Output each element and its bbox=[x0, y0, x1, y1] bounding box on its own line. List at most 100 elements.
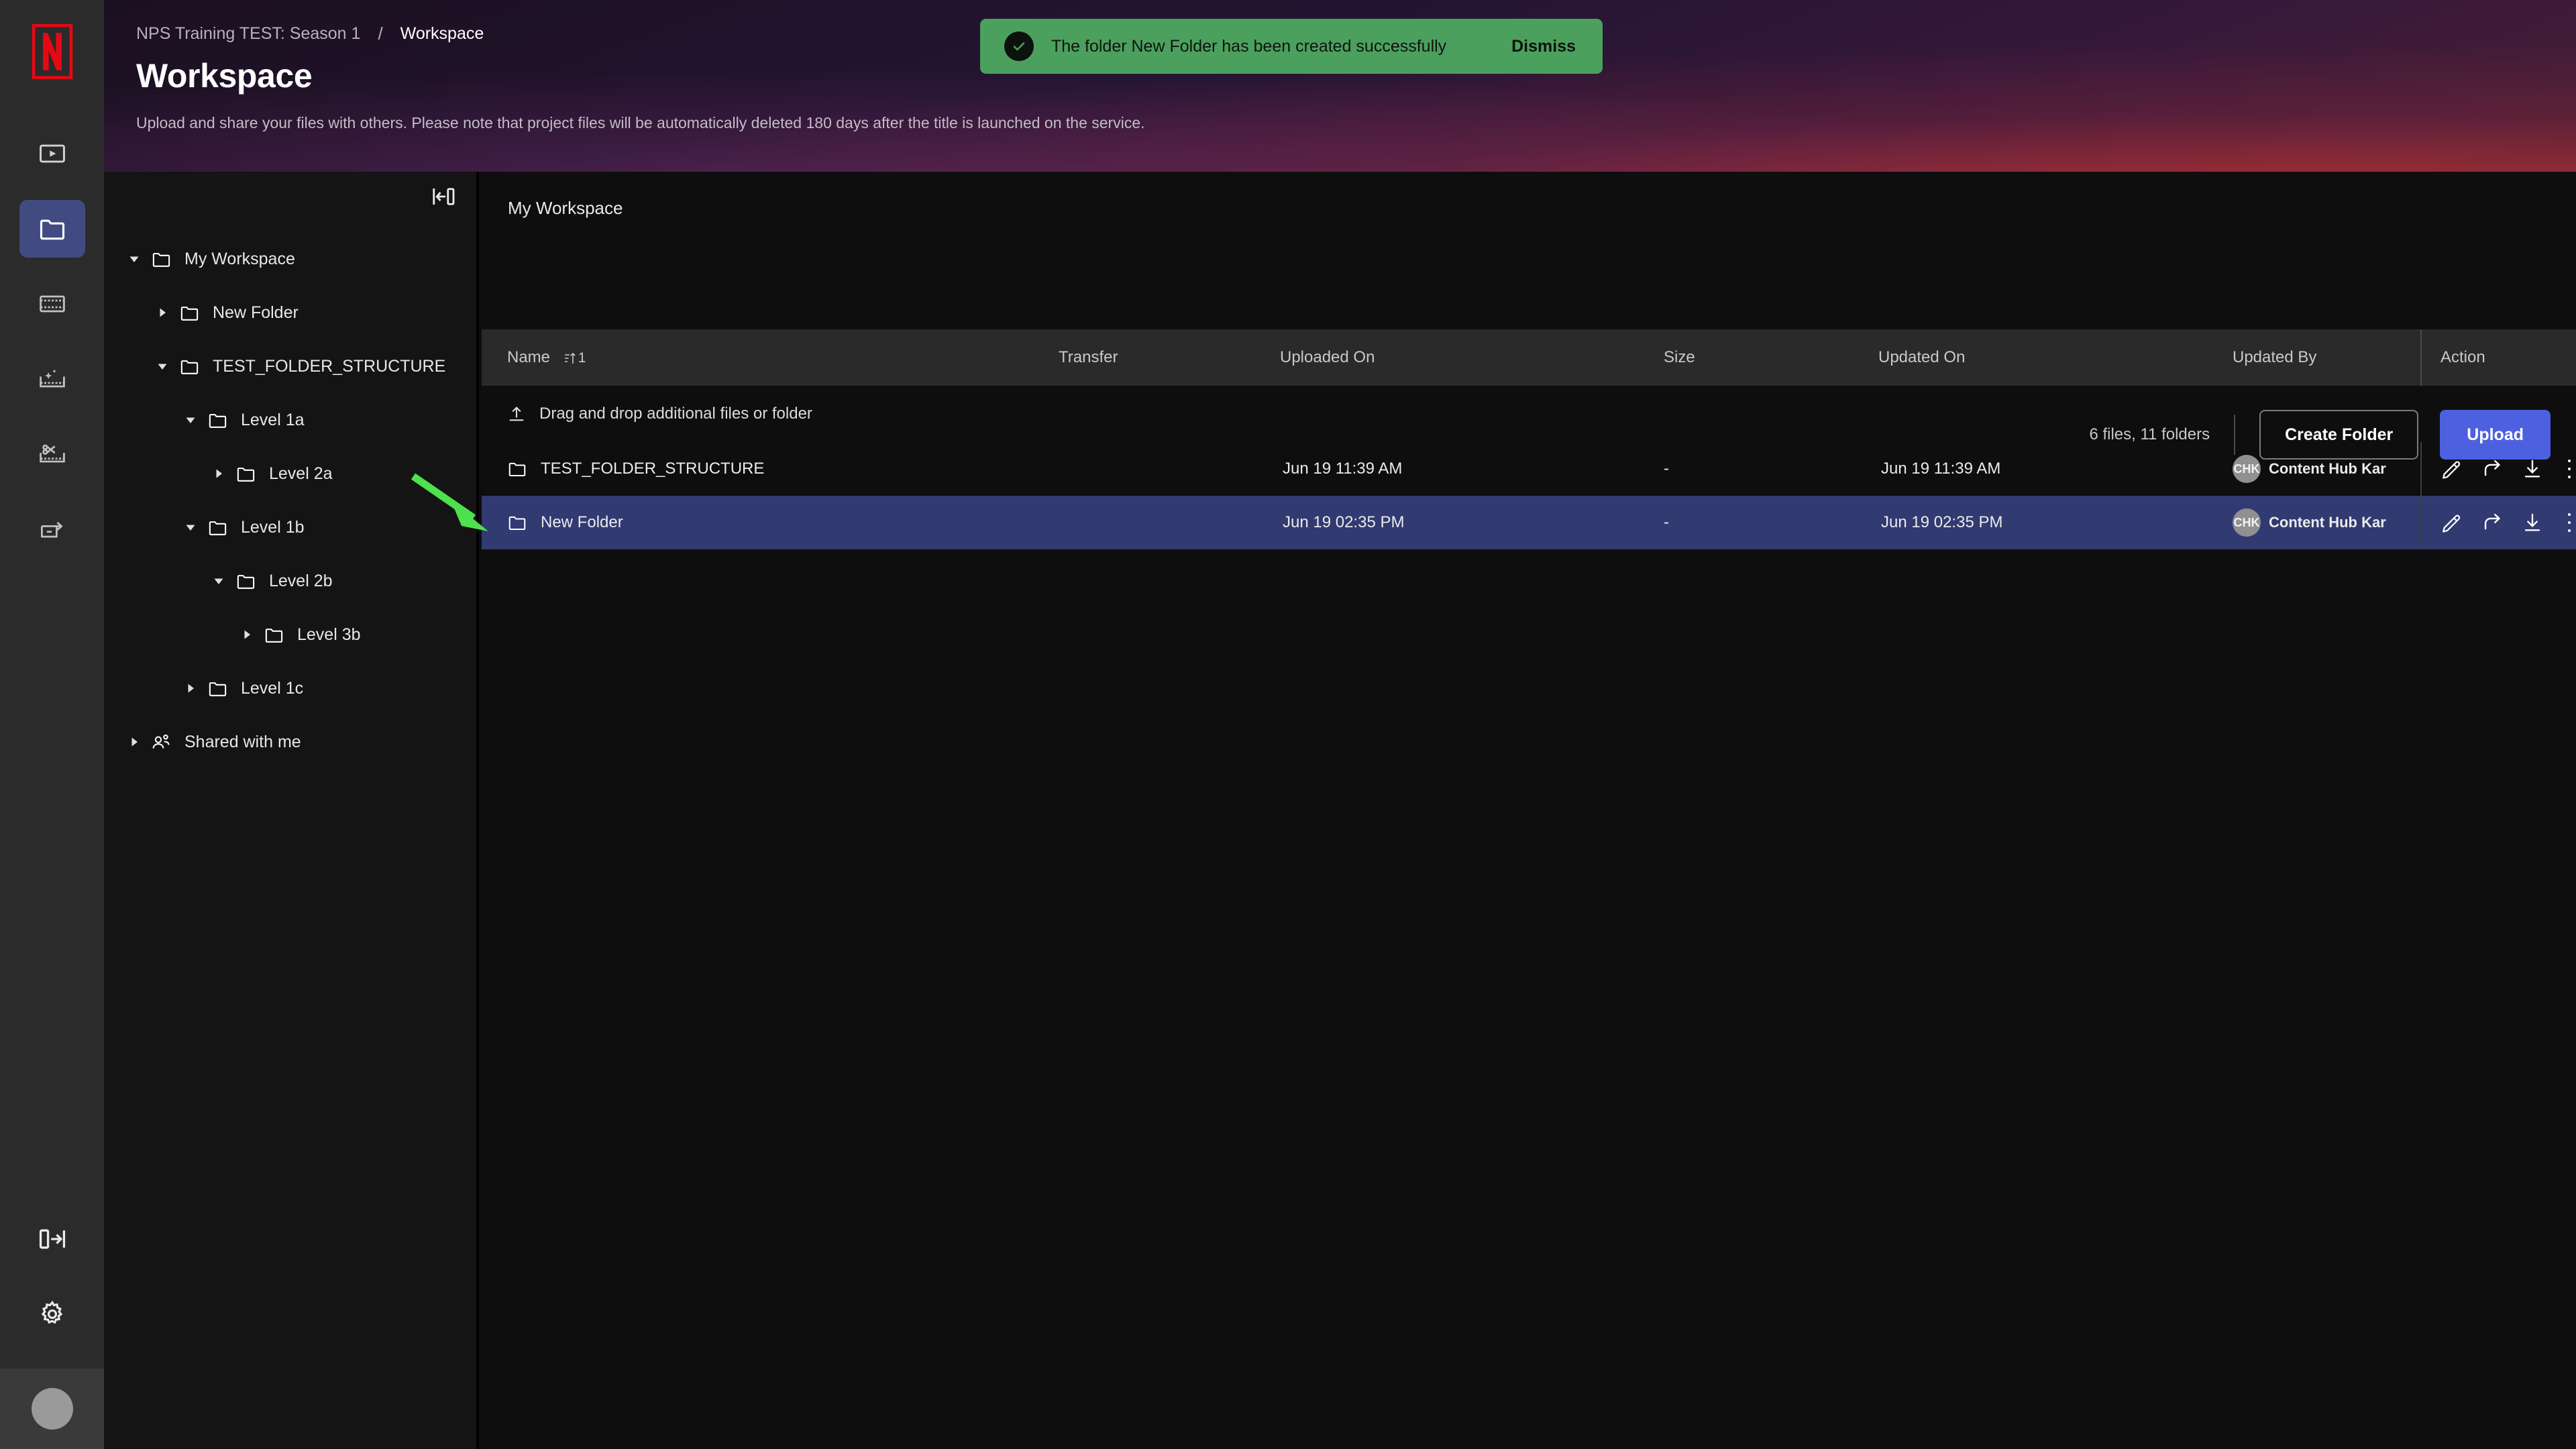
column-header-name[interactable]: Name 1 bbox=[482, 348, 1059, 367]
cell-size: - bbox=[1664, 513, 1669, 531]
chevron-down-icon[interactable] bbox=[123, 248, 146, 270]
cell-size: - bbox=[1664, 460, 1669, 478]
avatar[interactable] bbox=[31, 1388, 73, 1430]
dismiss-button[interactable]: Dismiss bbox=[1511, 37, 1576, 56]
cell-updated-on: Jun 19 02:35 PM bbox=[1881, 513, 2003, 531]
nav-item-vfx[interactable] bbox=[19, 350, 85, 408]
netflix-n-logo[interactable] bbox=[32, 23, 73, 80]
cell-updated-on: Jun 19 11:39 AM bbox=[1881, 460, 2001, 478]
breadcrumb-separator: / bbox=[378, 23, 383, 44]
download-icon[interactable] bbox=[2521, 509, 2544, 536]
row-name-label: TEST_FOLDER_STRUCTURE bbox=[541, 460, 765, 478]
success-toast: The folder New Folder has been created s… bbox=[980, 19, 1603, 74]
column-header-updated-by[interactable]: Updated By bbox=[2233, 348, 2420, 367]
table-body: TEST_FOLDER_STRUCTURE Jun 19 11:39 AM - Jun… bbox=[482, 442, 2576, 549]
tree-item-level-3b[interactable]: Level 3b bbox=[104, 608, 476, 661]
cell-updated-by: CHK Content Hub Kar bbox=[2233, 496, 2420, 549]
sort-ascending-icon[interactable]: 1 bbox=[564, 350, 586, 366]
tree-item-test-folder-structure[interactable]: TEST_FOLDER_STRUCTURE bbox=[104, 339, 476, 393]
page-subtitle: Upload and share your files with others.… bbox=[136, 114, 1145, 131]
chevron-down-icon[interactable] bbox=[179, 409, 202, 431]
chevron-right-icon[interactable] bbox=[123, 731, 146, 753]
chevron-right-icon[interactable] bbox=[207, 462, 230, 485]
column-header-transfer[interactable]: Transfer bbox=[1059, 348, 1280, 367]
download-icon[interactable] bbox=[2521, 455, 2544, 482]
nav-item-delivery[interactable] bbox=[19, 500, 85, 558]
dropzone[interactable]: Drag and drop additional files or folder bbox=[482, 386, 2576, 442]
chevron-right-icon[interactable] bbox=[151, 301, 174, 324]
workspace-title: My Workspace bbox=[508, 198, 623, 218]
column-header-uploaded-on[interactable]: Uploaded On bbox=[1280, 348, 1664, 367]
share-icon[interactable] bbox=[2481, 455, 2504, 482]
breadcrumb-project[interactable]: NPS Training TEST: Season 1 bbox=[136, 24, 360, 44]
chevron-right-icon[interactable] bbox=[235, 623, 258, 646]
tree-item-label: Level 2a bbox=[269, 464, 333, 483]
tree-item-level-1a[interactable]: Level 1a bbox=[104, 393, 476, 447]
cell-name: New Folder bbox=[482, 496, 1059, 549]
tree-item-new-folder[interactable]: New Folder bbox=[104, 286, 476, 339]
upload-icon bbox=[509, 407, 524, 421]
tree-item-label: Level 2b bbox=[269, 571, 333, 590]
cell-action bbox=[2420, 442, 2576, 496]
avatar: CHK bbox=[2233, 508, 2261, 537]
table-header-row: Name 1 Transfer Uploaded On Size Updated… bbox=[482, 329, 2576, 386]
tree-item-level-1b[interactable]: Level 1b bbox=[104, 500, 476, 554]
table-row[interactable]: New Folder Jun 19 02:35 PM - Jun 19 02:35 P… bbox=[482, 496, 2576, 549]
cell-name: TEST_FOLDER_STRUCTURE bbox=[482, 442, 1059, 496]
folder-icon bbox=[230, 464, 261, 484]
breadcrumb: NPS Training TEST: Season 1 / Workspace bbox=[136, 23, 484, 44]
table-row[interactable]: TEST_FOLDER_STRUCTURE Jun 19 11:39 AM - Jun… bbox=[482, 442, 2576, 496]
tree-item-label: Level 1b bbox=[241, 517, 305, 537]
tree-item-label: Shared with me bbox=[184, 732, 301, 751]
tree-item-shared-with-me[interactable]: Shared with me bbox=[104, 715, 476, 769]
column-header-action: Action bbox=[2420, 329, 2576, 386]
tree-item-my-workspace[interactable]: My Workspace bbox=[104, 232, 476, 286]
folder-tree-panel: My Workspace New Folder TEST_FOLDER_STRUCT… bbox=[104, 172, 479, 1449]
tree-item-label: My Workspace bbox=[184, 249, 295, 268]
nav-item-player[interactable] bbox=[19, 125, 85, 182]
folder-icon bbox=[202, 517, 233, 538]
tree-item-label: Level 1a bbox=[241, 410, 305, 429]
expand-sidebar-icon[interactable] bbox=[19, 1210, 85, 1268]
nav-item-editorial[interactable] bbox=[19, 425, 85, 483]
column-header-name-label: Name bbox=[507, 348, 551, 366]
column-header-updated-on[interactable]: Updated On bbox=[1878, 348, 2233, 367]
folder-tree-list: My Workspace New Folder TEST_FOLDER_STRUCT… bbox=[104, 232, 476, 769]
more-icon[interactable] bbox=[2561, 509, 2576, 536]
gear-icon[interactable] bbox=[19, 1285, 85, 1343]
folder-icon bbox=[146, 249, 176, 270]
folder-icon bbox=[230, 571, 261, 592]
chevron-down-icon[interactable] bbox=[151, 355, 174, 378]
tree-item-level-2b[interactable]: Level 2b bbox=[104, 554, 476, 608]
collapse-panel-icon[interactable] bbox=[425, 180, 462, 213]
tree-item-level-1c[interactable]: Level 1c bbox=[104, 661, 476, 715]
nav-item-assets[interactable] bbox=[19, 275, 85, 333]
nav-rail bbox=[0, 0, 104, 1449]
chevron-down-icon[interactable] bbox=[179, 516, 202, 539]
people-icon bbox=[146, 732, 176, 753]
folder-icon bbox=[202, 678, 233, 699]
column-header-size[interactable]: Size bbox=[1664, 348, 1878, 367]
edit-icon[interactable] bbox=[2440, 509, 2463, 536]
folder-icon bbox=[258, 625, 289, 645]
folder-icon bbox=[174, 303, 205, 323]
cell-transfer bbox=[1059, 496, 1280, 549]
updated-by-name: Content Hub Kar bbox=[2269, 460, 2386, 477]
folder-icon bbox=[202, 410, 233, 431]
row-name-label: New Folder bbox=[541, 513, 623, 531]
more-icon[interactable] bbox=[2561, 455, 2576, 482]
chevron-right-icon[interactable] bbox=[179, 677, 202, 700]
avatar: CHK bbox=[2233, 455, 2261, 483]
chevron-down-icon[interactable] bbox=[207, 570, 230, 592]
page-title: Workspace bbox=[136, 57, 313, 95]
tree-item-level-2a[interactable]: Level 2a bbox=[104, 447, 476, 500]
check-circle-icon bbox=[1004, 32, 1034, 61]
edit-icon[interactable] bbox=[2440, 455, 2463, 482]
share-icon[interactable] bbox=[2481, 509, 2504, 536]
cell-updated-by: CHK Content Hub Kar bbox=[2233, 442, 2420, 496]
main-content: My Workspace 6 files, 11 folders Create … bbox=[482, 172, 2576, 1449]
tree-item-label: TEST_FOLDER_STRUCTURE bbox=[213, 356, 446, 376]
avatar-container[interactable] bbox=[0, 1368, 104, 1449]
nav-item-workspace[interactable] bbox=[19, 200, 85, 258]
tree-item-label: New Folder bbox=[213, 303, 299, 322]
